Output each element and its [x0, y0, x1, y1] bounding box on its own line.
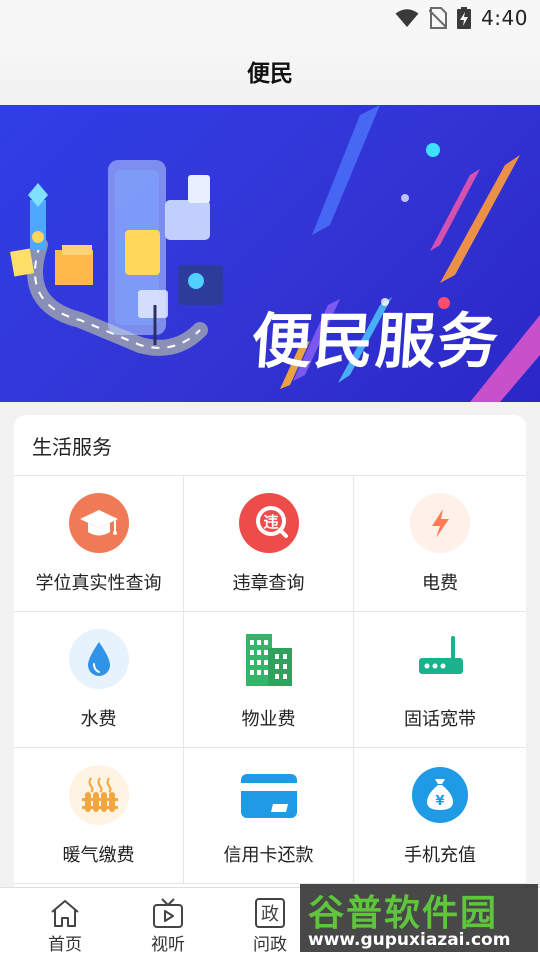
tab-home[interactable]: 首页 — [15, 888, 115, 960]
status-bar: 4:40 — [0, 0, 540, 36]
traffic-violation-icon: 违 — [238, 492, 300, 554]
heater-icon — [68, 764, 130, 826]
no-sim-icon — [429, 7, 448, 29]
service-label: 固话宽带 — [404, 709, 476, 730]
status-time: 4:40 — [481, 6, 528, 30]
service-electricity[interactable]: 电费 — [354, 476, 526, 612]
section-title: 生活服务 — [32, 434, 112, 459]
tab-label: 首页 — [48, 935, 82, 955]
watermark-title: 谷普软件园 — [308, 893, 499, 934]
buildings-icon — [238, 628, 300, 690]
title-bar: 便民 — [0, 36, 540, 105]
service-label: 信用卡还款 — [223, 845, 314, 866]
page-title: 便民 — [247, 60, 293, 87]
svg-text:政: 政 — [261, 904, 279, 925]
wifi-icon — [395, 9, 419, 27]
watermark-url: www.gupuxiazai.com — [308, 930, 511, 950]
banner-title: 便民服务 — [249, 307, 503, 377]
politics-icon: 政 — [254, 898, 286, 928]
credit-card-icon — [238, 764, 300, 826]
svg-text:¥: ¥ — [435, 794, 444, 809]
service-water[interactable]: 水费 — [14, 612, 184, 748]
battery-charging-icon — [457, 7, 472, 29]
watermark-overlay: 谷普软件园 www.gupuxiazai.com — [300, 878, 540, 960]
service-degree-verification[interactable]: 学位真实性查询 — [14, 476, 184, 612]
svg-text:违: 违 — [263, 513, 278, 531]
tab-media[interactable]: 视听 — [118, 888, 218, 960]
water-drop-icon — [68, 628, 130, 690]
service-property-fee[interactable]: 物业费 — [184, 612, 354, 748]
lightning-icon — [409, 492, 471, 554]
tv-icon — [152, 898, 184, 928]
router-icon — [409, 628, 471, 690]
services-grid: 学位真实性查询 违 违章查询 电费 水费 物业费 固话宽带 暖气缴费 信用卡还款… — [14, 476, 526, 884]
service-label: 电费 — [422, 573, 458, 594]
banner-carousel[interactable]: 便民服务 — [0, 105, 540, 402]
home-icon — [49, 898, 81, 928]
service-label: 暖气缴费 — [62, 845, 135, 866]
section-header: 生活服务 — [14, 415, 526, 476]
service-label: 手机充值 — [404, 845, 476, 866]
service-traffic-violation[interactable]: 违 违章查询 — [184, 476, 354, 612]
service-label: 违章查询 — [232, 573, 305, 594]
service-credit-card-repayment[interactable]: 信用卡还款 — [184, 748, 354, 884]
service-label: 学位真实性查询 — [35, 573, 162, 594]
tab-label: 视听 — [151, 935, 185, 955]
graduation-cap-icon — [68, 492, 130, 554]
service-label: 水费 — [80, 709, 117, 730]
service-landline-broadband[interactable]: 固话宽带 — [354, 612, 526, 748]
service-heating[interactable]: 暖气缴费 — [14, 748, 184, 884]
money-bag-icon: ¥ — [409, 764, 471, 826]
service-label: 物业费 — [241, 709, 296, 730]
service-mobile-topup[interactable]: ¥ 手机充值 — [354, 748, 526, 884]
tab-label: 问政 — [253, 935, 287, 955]
life-services-card: 生活服务 学位真实性查询 违 违章查询 电费 水费 物业费 固话宽带 暖气缴费 … — [14, 415, 526, 895]
